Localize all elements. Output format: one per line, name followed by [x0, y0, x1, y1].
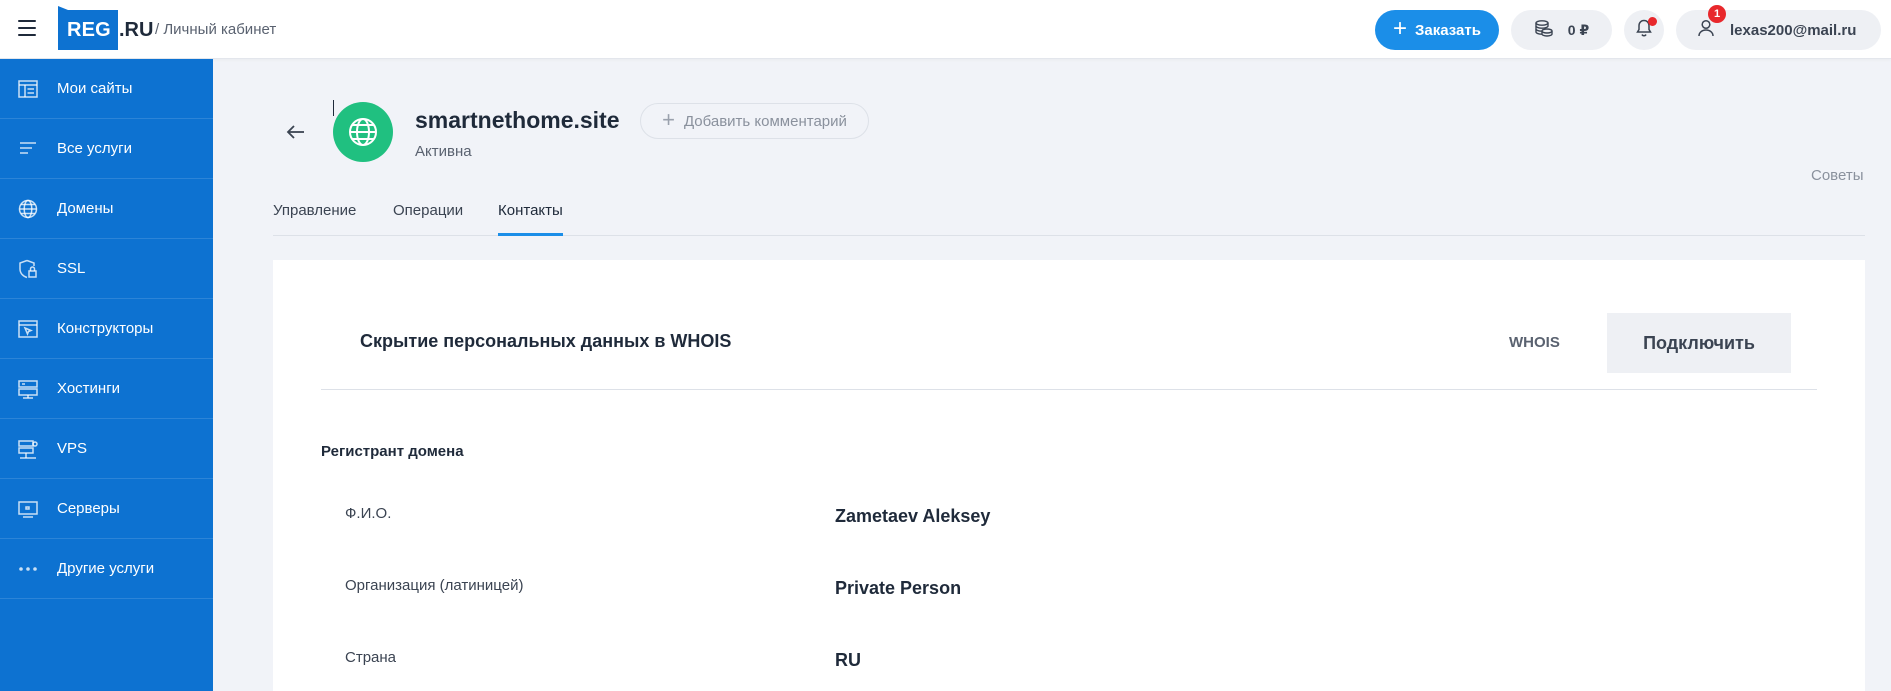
add-comment-button[interactable]: + Добавить комментарий — [640, 103, 869, 139]
hosting-icon — [16, 377, 40, 401]
plus-icon: + — [662, 107, 675, 132]
field-value-organization: Private Person — [835, 578, 962, 598]
globe-icon — [16, 197, 40, 221]
field-value-full-name: Zametaev Aleksey — [835, 506, 991, 526]
sidebar-item-domains[interactable]: Домены — [0, 179, 213, 239]
text-cursor — [333, 100, 334, 116]
sidebar-item-servers[interactable]: Серверы — [0, 479, 213, 539]
logo-suffix: .RU — [118, 18, 154, 41]
logo-main: REG — [58, 6, 118, 50]
field-label-full-name: Ф.И.О. — [345, 505, 392, 522]
sidebar-item-constructors[interactable]: Конструкторы — [0, 299, 213, 359]
sidebar-item-my-sites[interactable]: Мои сайты — [0, 59, 213, 119]
field-value-country: RU — [835, 650, 861, 670]
tab-contacts[interactable]: Контакты — [498, 202, 563, 236]
sidebar-item-label: Мои сайты — [57, 80, 133, 97]
sidebar-item-label: SSL — [57, 260, 86, 277]
sidebar-item-label: VPS — [57, 440, 88, 457]
coins-icon — [1534, 19, 1554, 42]
sidebar-item-label: Все услуги — [57, 140, 132, 157]
notifications-button[interactable] — [1624, 10, 1664, 50]
tabs: Управление Операции Контакты — [273, 202, 1865, 236]
server-icon — [16, 497, 40, 521]
add-comment-label: Добавить комментарий — [683, 112, 847, 130]
field-label-organization: Организация (латиницей) — [345, 577, 524, 594]
whois-link[interactable]: WHOIS — [1509, 334, 1560, 351]
sidebar-item-hosting[interactable]: Хостинги — [0, 359, 213, 419]
tab-management[interactable]: Управление — [273, 202, 356, 236]
plus-icon: + — [1393, 15, 1408, 42]
sidebar-item-ssl[interactable]: SSL — [0, 239, 213, 299]
sidebar-item-other-services[interactable]: Другие услуги — [0, 539, 213, 599]
vps-icon — [16, 437, 40, 461]
user-notification-badge: 1 — [1708, 5, 1726, 23]
order-button[interactable]: + Заказать — [1375, 10, 1499, 50]
top-header: REG .RU / Личный кабинет + Заказать 0 ₽ — [0, 0, 1891, 59]
connect-button[interactable]: Подключить — [1607, 313, 1791, 373]
notification-dot — [1648, 17, 1657, 26]
sidebar-item-label: Конструкторы — [57, 320, 154, 337]
sidebar-item-vps[interactable]: VPS — [0, 419, 213, 479]
sidebar-item-all-services[interactable]: Все услуги — [0, 119, 213, 179]
sidebar-item-label: Хостинги — [57, 380, 121, 397]
user-menu[interactable]: 1 lexas200@mail.ru — [1676, 5, 1881, 50]
sidebar-item-label: Серверы — [57, 500, 120, 517]
balance-button[interactable]: 0 ₽ — [1511, 10, 1612, 50]
order-label: Заказать — [1415, 21, 1481, 39]
shield-lock-icon — [16, 257, 40, 281]
domain-globe-icon — [333, 102, 393, 162]
field-label-country: Страна — [345, 649, 397, 666]
contacts-card: Скрытие персональных данных в WHOIS WHOI… — [273, 260, 1865, 691]
back-arrow-icon[interactable] — [284, 120, 308, 144]
balance-amount: 0 ₽ — [1567, 21, 1590, 38]
sidebar-item-label: Другие услуги — [57, 560, 155, 577]
registrant-section-title: Регистрант домена — [321, 443, 464, 460]
menu-icon[interactable] — [18, 20, 36, 36]
domain-status: Активна — [415, 143, 472, 160]
sidebar-item-label: Домены — [57, 200, 114, 217]
more-icon — [16, 557, 40, 581]
user-email: lexas200@mail.ru — [1730, 21, 1857, 39]
whois-privacy-title: Скрытие персональных данных в WHOIS — [360, 331, 732, 351]
list-icon — [16, 137, 40, 161]
sidebar: Мои сайты Все услуги Домены SSL Конструк… — [0, 59, 213, 691]
breadcrumb[interactable]: / Личный кабинет — [155, 21, 276, 38]
tips-link[interactable]: Советы — [1811, 167, 1863, 184]
tab-operations[interactable]: Операции — [393, 202, 463, 236]
domain-name: smartnethome.site — [415, 107, 620, 133]
logo[interactable]: REG .RU — [58, 6, 154, 50]
constructor-icon — [16, 317, 40, 341]
layout-icon — [16, 77, 40, 101]
